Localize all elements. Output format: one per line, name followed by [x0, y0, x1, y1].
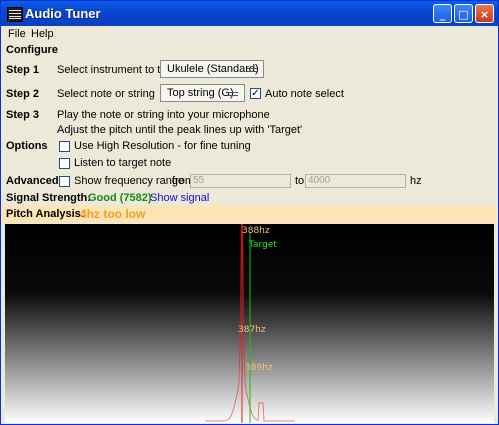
window-title: Audio Tuner — [25, 6, 101, 21]
step3-line1: Play the note or string into your microp… — [57, 109, 270, 121]
step3-label: Step 3 — [6, 109, 40, 121]
note-value: Top string (G) — [167, 87, 234, 99]
step2-label: Step 2 — [6, 88, 40, 100]
pitch-analysis-value: 4hz too low — [80, 207, 146, 221]
maximize-button[interactable]: □ — [454, 4, 473, 23]
auto-note-checkbox[interactable]: ✓ — [250, 88, 261, 99]
hz-unit-label: hz — [410, 175, 422, 187]
pitch-analysis-bar: Pitch Analysis: 4hz too low — [1, 206, 498, 223]
listen-target-checkbox[interactable] — [59, 158, 70, 169]
note-dropdown[interactable]: Top string (G) — [160, 84, 245, 102]
signal-strength-value: Good (7582) — [88, 192, 152, 204]
step3-line2: Adjust the pitch until the peak lines up… — [57, 124, 303, 136]
app-window: Audio Tuner _ □ × File Help Configure St… — [0, 0, 499, 425]
checkmark-icon: ✓ — [251, 88, 260, 99]
title-bar[interactable]: Audio Tuner _ □ × — [1, 1, 498, 26]
target-label: Target — [248, 240, 277, 250]
from-frequency-input[interactable]: 55 — [190, 174, 291, 188]
instrument-dropdown[interactable]: Ukulele (Standard) — [160, 60, 264, 78]
auto-note-label: Auto note select — [265, 88, 344, 100]
configure-heading: Configure — [6, 44, 58, 56]
minimize-button[interactable]: _ — [433, 4, 452, 23]
top-frequency-label: 388hz — [242, 226, 270, 236]
frequency-range-checkbox[interactable] — [59, 176, 70, 187]
high-resolution-label: Use High Resolution - for fine tuning — [74, 140, 251, 152]
listen-target-label: Listen to target note — [74, 157, 172, 169]
signal-strength-label: Signal Strength: — [6, 192, 91, 204]
close-button[interactable]: × — [475, 4, 494, 23]
to-frequency-input[interactable]: 4000 — [305, 174, 406, 188]
pitch-analysis-label: Pitch Analysis: — [6, 208, 85, 220]
maximize-icon: □ — [458, 8, 469, 21]
minimize-icon: _ — [439, 8, 446, 21]
advanced-label: Advanced — [6, 175, 59, 187]
pitch-spectrum-graph: 388hz Target 387hz 389hz — [5, 224, 494, 423]
show-signal-link[interactable]: Show signal — [150, 192, 209, 204]
menu-help[interactable]: Help — [31, 28, 54, 40]
to-label: to — [295, 175, 305, 187]
dropdown-icon — [247, 68, 257, 72]
options-label: Options — [6, 140, 48, 152]
menu-file[interactable]: File — [8, 28, 26, 40]
frequency-range-label: Show frequency range — [74, 175, 185, 187]
step1-label: Step 1 — [6, 64, 40, 76]
tuner-app-icon — [7, 7, 23, 22]
low-frequency-label: 389hz — [245, 363, 273, 373]
menu-bar: File Help — [1, 26, 498, 43]
dropdown-icon — [228, 92, 238, 96]
step2-text: Select note or string — [57, 88, 155, 100]
close-icon: × — [479, 8, 490, 21]
mid-frequency-label: 387hz — [238, 325, 266, 335]
high-resolution-checkbox[interactable] — [59, 141, 70, 152]
instrument-value: Ukulele (Standard) — [167, 63, 259, 75]
